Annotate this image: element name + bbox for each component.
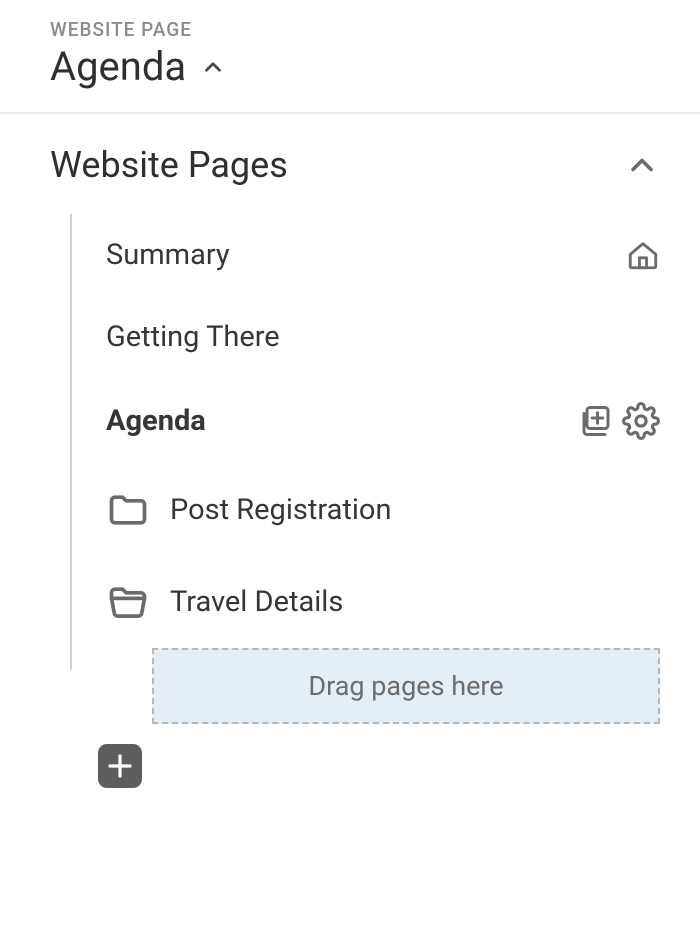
section-header[interactable]: Website Pages [50,144,660,186]
header-title-row[interactable]: Agenda [50,43,700,90]
header-eyebrow: WEBSITE PAGE [50,18,700,41]
page-tree: Summary Getting There Agenda [50,214,660,724]
page-header: WEBSITE PAGE Agenda [0,0,700,114]
website-pages-section: Website Pages Summary Getting There Agen… [0,114,700,724]
page-item-label: Summary [106,238,230,272]
header-title: Agenda [50,43,186,90]
page-item-summary[interactable]: Summary [70,214,660,296]
add-page-icon[interactable] [578,403,614,439]
chevron-up-icon [200,54,226,80]
folder-item-post-registration[interactable]: Post Registration [70,464,660,556]
folder-item-label: Post Registration [170,493,391,527]
section-title: Website Pages [50,144,288,186]
folder-item-label: Travel Details [170,585,343,619]
page-item-label: Getting There [106,320,280,354]
page-item-getting-there[interactable]: Getting There [70,296,660,378]
folder-item-travel-details[interactable]: Travel Details [70,556,660,648]
plus-icon [105,751,135,781]
add-button[interactable] [98,744,142,788]
page-dropzone[interactable]: Drag pages here [152,648,660,724]
dropzone-label: Drag pages here [308,670,503,702]
chevron-up-icon [624,147,660,183]
tree-connector-line [70,214,72,670]
gear-icon[interactable] [622,402,660,440]
page-item-label: Agenda [106,404,206,438]
folder-open-icon [106,580,150,624]
home-icon [626,238,660,272]
folder-icon [106,488,150,532]
page-item-agenda[interactable]: Agenda [70,378,660,464]
